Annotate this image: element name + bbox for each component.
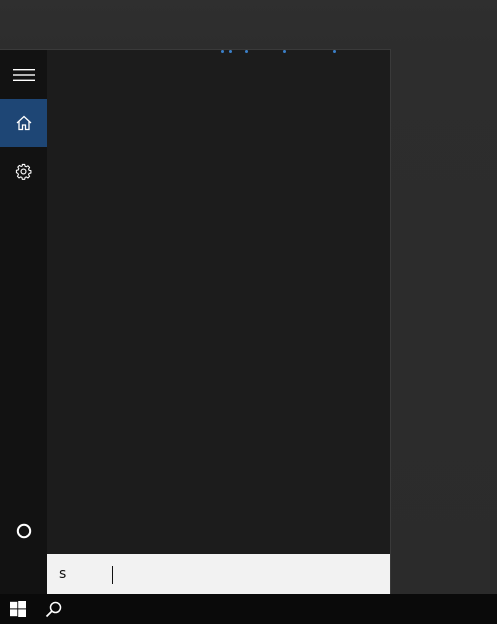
search-icon: [45, 601, 62, 617]
search-input[interactable]: [59, 566, 390, 582]
taskbar: [0, 594, 497, 624]
cortana-circle-icon: [16, 523, 31, 539]
loading-indicator: [47, 50, 390, 56]
loading-dot: [333, 50, 336, 53]
hamburger-icon: [12, 69, 35, 81]
gear-icon: [15, 163, 32, 180]
loading-dot: [283, 50, 286, 53]
loading-dot: [221, 50, 224, 53]
cortana-search-panel: [0, 49, 391, 594]
taskbar-search-button[interactable]: [36, 594, 71, 624]
text-caret: [112, 566, 113, 584]
search-box[interactable]: [47, 554, 390, 594]
home-button[interactable]: [0, 99, 47, 147]
loading-dot: [229, 50, 232, 53]
cortana-button[interactable]: [0, 507, 47, 555]
windows-logo-icon: [9, 601, 26, 617]
left-rail: [0, 50, 47, 594]
settings-button[interactable]: [0, 147, 47, 195]
home-icon: [16, 115, 31, 131]
loading-dot: [245, 50, 248, 53]
start-button[interactable]: [0, 594, 35, 624]
menu-button[interactable]: [0, 51, 47, 99]
